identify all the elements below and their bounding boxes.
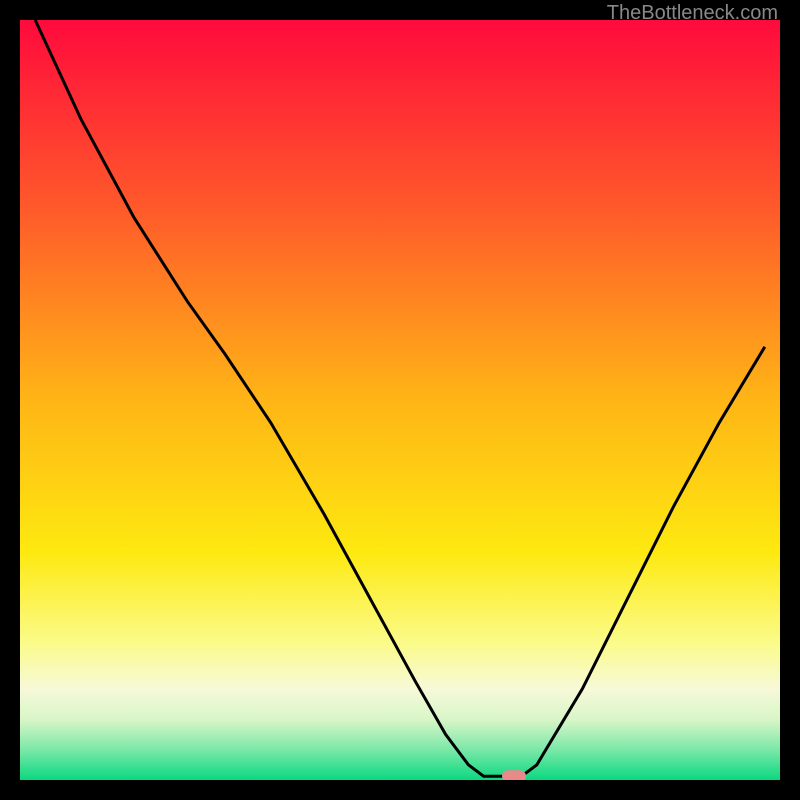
chart-container [20, 20, 780, 780]
bottleneck-chart [20, 20, 780, 780]
optimal-marker [502, 770, 526, 780]
gradient-background [20, 20, 780, 780]
watermark-text: TheBottleneck.com [607, 2, 778, 25]
